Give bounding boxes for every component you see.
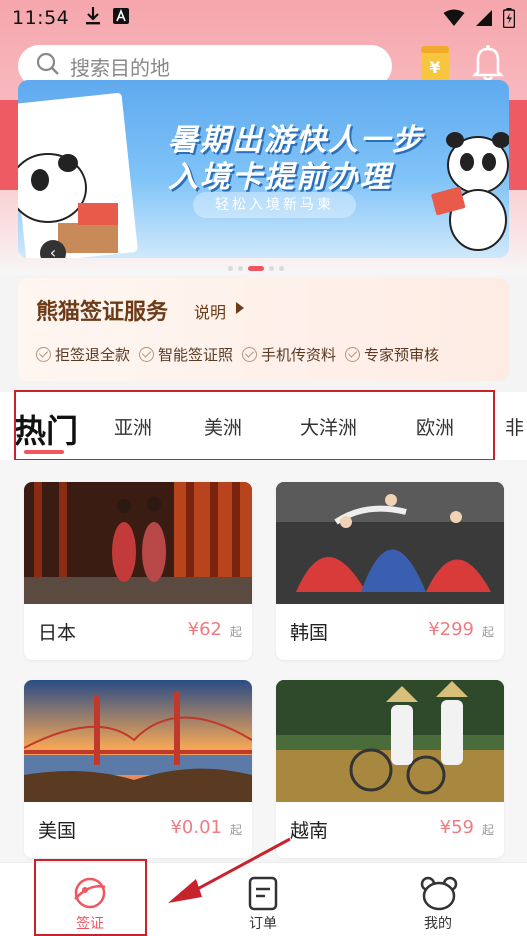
nav-label: 订单	[249, 916, 277, 932]
carousel-dot	[279, 266, 284, 271]
feature-label: 拒签退全款	[55, 346, 131, 364]
price-from-suffix: 起	[229, 625, 242, 639]
status-indicators	[443, 8, 516, 32]
annotation-arrow-icon	[168, 837, 291, 903]
carousel-dot	[269, 266, 274, 271]
japan-photo	[24, 482, 252, 604]
banner-side-peek-right	[509, 100, 527, 190]
destination-card-japan[interactable]: 日本 ¥62 起	[24, 482, 252, 660]
tab-africa[interactable]: 非	[505, 413, 524, 440]
triangle-right-icon	[236, 302, 244, 314]
banner-subtitle: 轻松入境新马柬	[193, 192, 356, 218]
download-icon	[85, 6, 101, 30]
status-time: 11:54	[12, 7, 70, 29]
check-circle-icon	[242, 347, 258, 362]
feature-label: 手机传资料	[261, 346, 337, 364]
destination-price: ¥299	[428, 619, 474, 640]
destination-price: ¥59	[439, 817, 474, 838]
price-from-suffix: 起	[481, 823, 494, 837]
app-notification-icon	[113, 8, 130, 28]
vietnam-photo	[276, 680, 504, 802]
korea-photo	[276, 482, 504, 604]
destination-name: 日本	[38, 622, 77, 644]
check-circle-icon	[36, 347, 51, 362]
status-bar: 11:54	[0, 0, 527, 36]
destination-card-korea[interactable]: 韩国 ¥299 起	[276, 482, 504, 660]
search-icon	[36, 52, 60, 80]
feature-item: 专家预审核	[345, 344, 439, 365]
service-explain-link[interactable]: 说明	[194, 299, 226, 323]
feature-item: 拒签退全款	[36, 344, 130, 365]
destination-name: 越南	[290, 820, 329, 842]
carousel-dot	[228, 266, 233, 271]
battery-icon	[502, 8, 516, 32]
bear-face-icon	[420, 875, 458, 915]
panda-mascot-illustration	[18, 153, 118, 253]
feature-item: 手机传资料	[242, 344, 336, 365]
feature-label: 智能签证照	[158, 346, 234, 364]
price-from-suffix: 起	[481, 625, 494, 639]
annotation-highlight-visa-tab	[34, 859, 147, 936]
nav-profile[interactable]: 我的	[378, 863, 498, 936]
service-features: 拒签退全款 智能签证照 手机传资料 专家预审核	[36, 344, 448, 365]
usa-photo	[24, 680, 252, 802]
destination-card-usa[interactable]: 美国 ¥0.01 起	[24, 680, 252, 858]
signal-icon	[475, 9, 493, 31]
panda-with-passport-illustration	[431, 132, 509, 251]
nav-label: 我的	[424, 916, 452, 932]
destination-price: ¥62	[187, 619, 222, 640]
destination-name: 美国	[38, 820, 77, 842]
panda-visa-service-card[interactable]: 熊猫签证服务 说明 拒签退全款 智能签证照 手机传资料 专家预审核	[18, 278, 509, 381]
destination-card-vietnam[interactable]: 越南 ¥59 起	[276, 680, 504, 858]
banner-title-line2: 入境卡提前办理	[168, 160, 392, 195]
service-title: 熊猫签证服务	[36, 300, 169, 325]
promo-banner[interactable]: ‹ 暑期出游快人一步 入境卡提前办理 轻松入境新马柬	[18, 80, 509, 258]
carousel-dot-active	[248, 266, 264, 271]
banner-side-peek-left	[0, 100, 18, 190]
svg-text:¥: ¥	[429, 58, 440, 77]
wifi-icon	[443, 9, 465, 31]
destination-name: 韩国	[290, 622, 329, 644]
check-circle-icon	[139, 347, 155, 362]
annotation-highlight-tabs	[14, 390, 495, 461]
feature-label: 专家预审核	[364, 346, 440, 364]
feature-item: 智能签证照	[139, 344, 233, 365]
carousel-dot	[238, 266, 243, 271]
carousel-indicator	[228, 266, 284, 271]
coupon-icon[interactable]: ¥	[420, 44, 450, 82]
check-circle-icon	[345, 347, 361, 362]
search-input[interactable]: 搜索目的地	[70, 52, 170, 81]
